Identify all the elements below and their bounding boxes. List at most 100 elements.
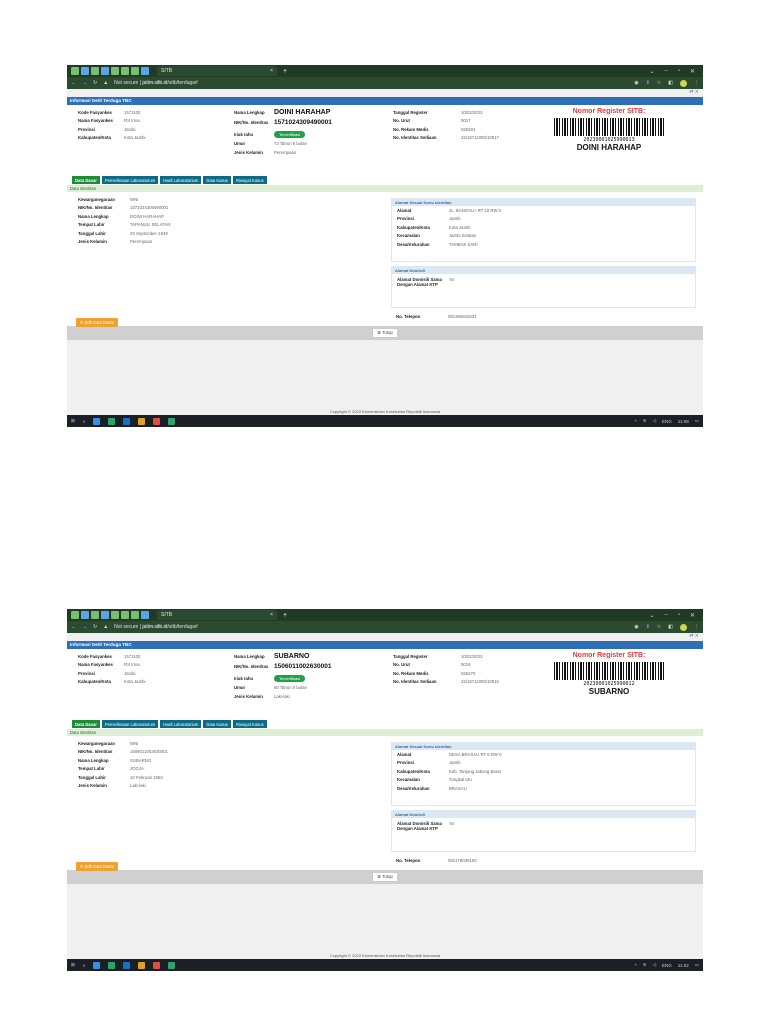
taskbar-app-icon[interactable] [153, 417, 161, 425]
star-icon[interactable]: ☆ [657, 624, 661, 630]
tab-data-dasar[interactable]: Data Dasar [72, 176, 100, 184]
tab-icon[interactable] [101, 611, 109, 619]
new-tab-button[interactable]: + [283, 68, 287, 75]
url-field[interactable]: Not secure | jatim.sitb.id/sitb/terduga# [114, 80, 198, 86]
tab-icon[interactable] [111, 67, 119, 75]
chevron-down-icon[interactable]: ⌄ [649, 68, 654, 75]
tab-icon[interactable] [81, 67, 89, 75]
value-alamat: JL. BANGAU I RT 10 RW 0 [449, 207, 502, 213]
windows-icon[interactable]: ⊞ [71, 962, 75, 968]
search-icon[interactable]: ⌕ [83, 963, 86, 968]
star-icon[interactable]: ☆ [657, 80, 661, 86]
tab-pemeriksaan-lab[interactable]: Pemeriksaan Laboratorium [101, 176, 159, 184]
back-icon[interactable]: ← [71, 624, 76, 630]
notification-icon[interactable]: ▭ [695, 418, 699, 424]
share-icon[interactable]: ⇪ [646, 80, 650, 86]
lens-icon[interactable]: ◉ [634, 80, 638, 86]
taskbar-app-icon[interactable] [108, 417, 116, 425]
restore-icon[interactable]: ▫ [678, 68, 680, 75]
taskbar-app-icon[interactable] [123, 417, 131, 425]
wifi-icon[interactable]: ≋ [643, 962, 647, 968]
restore-icon[interactable]: ▫ [678, 612, 680, 619]
chevron-up-icon[interactable]: ^ [635, 419, 637, 424]
label-provinsi-alamat: Provinsi [397, 760, 414, 766]
page-content: ⇄ ✕ Informasi Detil Terduga TBC Kode Fas… [67, 89, 703, 415]
warning-icon[interactable]: ▲ [103, 80, 108, 86]
tab-icon[interactable] [101, 67, 109, 75]
sidepanel-icon[interactable]: ◧ [668, 624, 673, 630]
tab-riwayat-kasus[interactable]: Riwayat Kasus [232, 176, 267, 184]
menu-icon[interactable]: ⋮ [694, 80, 699, 86]
tab-icon[interactable] [91, 67, 99, 75]
tab-data-kasus[interactable]: Data Kasus [203, 176, 231, 184]
tab-icon[interactable] [121, 611, 129, 619]
app-icon[interactable] [71, 611, 79, 619]
chevron-up-icon[interactable]: ^ [635, 963, 637, 968]
active-tab[interactable]: SITB × [157, 610, 277, 620]
notification-icon[interactable]: ▭ [695, 962, 699, 968]
tab-icon[interactable] [131, 611, 139, 619]
reload-icon[interactable]: ↻ [93, 624, 97, 630]
share-icon[interactable]: ⇪ [646, 624, 650, 630]
avatar[interactable] [680, 623, 687, 631]
active-tab[interactable]: SITB × [157, 66, 277, 76]
forward-icon[interactable]: → [82, 80, 87, 86]
barcode-icon [554, 662, 664, 680]
minimize-icon[interactable]: – [664, 68, 667, 75]
close-icon[interactable]: ✕ [690, 612, 695, 619]
tab-icon[interactable] [121, 67, 129, 75]
taskbar-app-icon[interactable] [108, 961, 116, 969]
taskbar-app-icon[interactable] [93, 417, 101, 425]
tab-icon[interactable] [131, 67, 139, 75]
tab-icon[interactable] [91, 611, 99, 619]
taskbar-app-icon[interactable] [168, 961, 176, 969]
edit-data-dasar-button[interactable]: ✎ Edit Data Dasar [76, 318, 119, 327]
close-tab-icon[interactable]: × [270, 612, 273, 618]
lens-icon[interactable]: ◉ [634, 624, 638, 630]
topright-icons[interactable]: ⇄ ✕ [67, 89, 703, 97]
tab-data-dasar[interactable]: Data Dasar [72, 720, 100, 728]
close-button[interactable]: ⊗ Tutup [372, 328, 398, 338]
tab-hasil-lab[interactable]: Hasil Laboratorium [160, 720, 202, 728]
clock[interactable]: 11:08 [678, 419, 689, 424]
avatar[interactable] [680, 79, 687, 87]
edit-data-dasar-button[interactable]: ✎ Edit Data Dasar [76, 862, 119, 871]
close-tab-icon[interactable]: × [270, 68, 273, 74]
tab-icon[interactable] [81, 611, 89, 619]
app-icon[interactable] [71, 67, 79, 75]
forward-icon[interactable]: → [82, 624, 87, 630]
language-indicator[interactable]: ENG [662, 419, 672, 424]
taskbar-app-icon[interactable] [153, 961, 161, 969]
close-icon[interactable]: ✕ [690, 68, 695, 75]
tab-icon[interactable] [111, 611, 119, 619]
reload-icon[interactable]: ↻ [93, 80, 97, 86]
windows-icon[interactable]: ⊞ [71, 418, 75, 424]
tab-icon[interactable] [141, 67, 149, 75]
clock[interactable]: 11:02 [678, 963, 689, 968]
taskbar-app-icon[interactable] [123, 961, 131, 969]
close-button[interactable]: ⊗ Tutup [372, 872, 398, 882]
topright-icons[interactable]: ⇄ ✕ [67, 633, 703, 641]
speaker-icon[interactable]: ◁ [653, 418, 656, 424]
back-icon[interactable]: ← [71, 80, 76, 86]
taskbar-app-icon[interactable] [93, 961, 101, 969]
menu-icon[interactable]: ⋮ [694, 624, 699, 630]
tab-data-kasus[interactable]: Data Kasus [203, 720, 231, 728]
tab-pemeriksaan-lab[interactable]: Pemeriksaan Laboratorium [101, 720, 159, 728]
language-indicator[interactable]: ENG [662, 963, 672, 968]
wifi-icon[interactable]: ≋ [643, 418, 647, 424]
new-tab-button[interactable]: + [283, 612, 287, 619]
tab-hasil-lab[interactable]: Hasil Laboratorium [160, 176, 202, 184]
speaker-icon[interactable]: ◁ [653, 962, 656, 968]
taskbar-app-icon[interactable] [138, 961, 146, 969]
url-field[interactable]: Not secure | jatim.sitb.id/sitb/terduga# [114, 624, 198, 630]
warning-icon[interactable]: ▲ [103, 624, 108, 630]
tab-riwayat-kasus[interactable]: Riwayat Kasus [232, 720, 267, 728]
taskbar-app-icon[interactable] [138, 417, 146, 425]
sidepanel-icon[interactable]: ◧ [668, 80, 673, 86]
search-icon[interactable]: ⌕ [83, 419, 86, 424]
chevron-down-icon[interactable]: ⌄ [649, 612, 654, 619]
minimize-icon[interactable]: – [664, 612, 667, 619]
taskbar-app-icon[interactable] [168, 417, 176, 425]
tab-icon[interactable] [141, 611, 149, 619]
